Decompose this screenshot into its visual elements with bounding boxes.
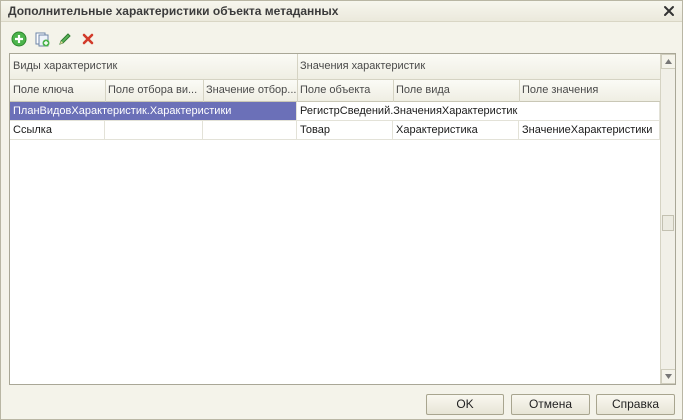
cancel-button[interactable]: Отмена	[511, 394, 590, 415]
table-cell-kinds-merged[interactable]: ПланВидовХарактеристик.Характеристики	[10, 102, 297, 121]
column-header-filter-field[interactable]: Поле отбора ви...	[105, 80, 203, 102]
header-divider	[519, 80, 520, 102]
chevron-down-icon	[665, 374, 672, 379]
edit-button[interactable]	[55, 30, 74, 49]
scroll-up-button[interactable]	[661, 54, 675, 69]
group-header-values: Значения характеристик	[297, 54, 660, 80]
characteristics-table[interactable]: Виды характеристик Значения характеристи…	[9, 53, 676, 385]
column-header-kind-field[interactable]: Поле вида	[393, 80, 519, 102]
header-divider	[203, 80, 204, 102]
table-cell-filter-field[interactable]	[105, 121, 203, 140]
edit-icon	[58, 33, 71, 45]
chevron-up-icon	[665, 59, 672, 64]
vertical-scrollbar[interactable]	[660, 54, 675, 384]
table-cell-kind-field[interactable]: Характеристика	[393, 121, 519, 140]
window-title: Дополнительные характеристики объекта ме…	[8, 4, 339, 18]
title-bar: Дополнительные характеристики объекта ме…	[1, 1, 682, 22]
toolbar	[9, 29, 97, 49]
table-cell-object-field[interactable]: Товар	[297, 121, 393, 140]
header-divider	[297, 54, 298, 102]
add-button[interactable]	[9, 30, 28, 49]
column-header-object-field[interactable]: Поле объекта	[297, 80, 393, 102]
help-button[interactable]: Справка	[596, 394, 675, 415]
ok-button[interactable]: OK	[426, 394, 504, 415]
scroll-down-button[interactable]	[661, 369, 675, 384]
scrollbar-thumb[interactable]	[662, 215, 674, 231]
delete-icon	[82, 33, 93, 45]
delete-button[interactable]	[78, 30, 97, 49]
column-header-filter-value[interactable]: Значение отбор...	[203, 80, 297, 102]
column-header-value-field[interactable]: Поле значения	[519, 80, 660, 102]
add-icon	[11, 31, 26, 47]
header-divider	[105, 80, 106, 102]
table-cell-object-field[interactable]: РегистрСведений.ЗначенияХарактеристик	[297, 102, 519, 121]
column-header-key-field[interactable]: Поле ключа	[10, 80, 105, 102]
table-cell-value-field[interactable]: ЗначениеХарактеристики	[519, 121, 660, 140]
group-header-kinds: Виды характеристик	[10, 54, 297, 80]
copy-button[interactable]	[32, 30, 51, 49]
table-cell-value-field[interactable]	[519, 102, 660, 121]
header-divider	[393, 80, 394, 102]
table-cell-key-field[interactable]: Ссылка	[10, 121, 105, 140]
dialog-window: Дополнительные характеристики объекта ме…	[0, 0, 683, 420]
close-button[interactable]	[661, 3, 677, 19]
close-icon	[664, 6, 674, 16]
copy-icon	[35, 32, 49, 47]
table-cell-filter-value[interactable]	[203, 121, 297, 140]
